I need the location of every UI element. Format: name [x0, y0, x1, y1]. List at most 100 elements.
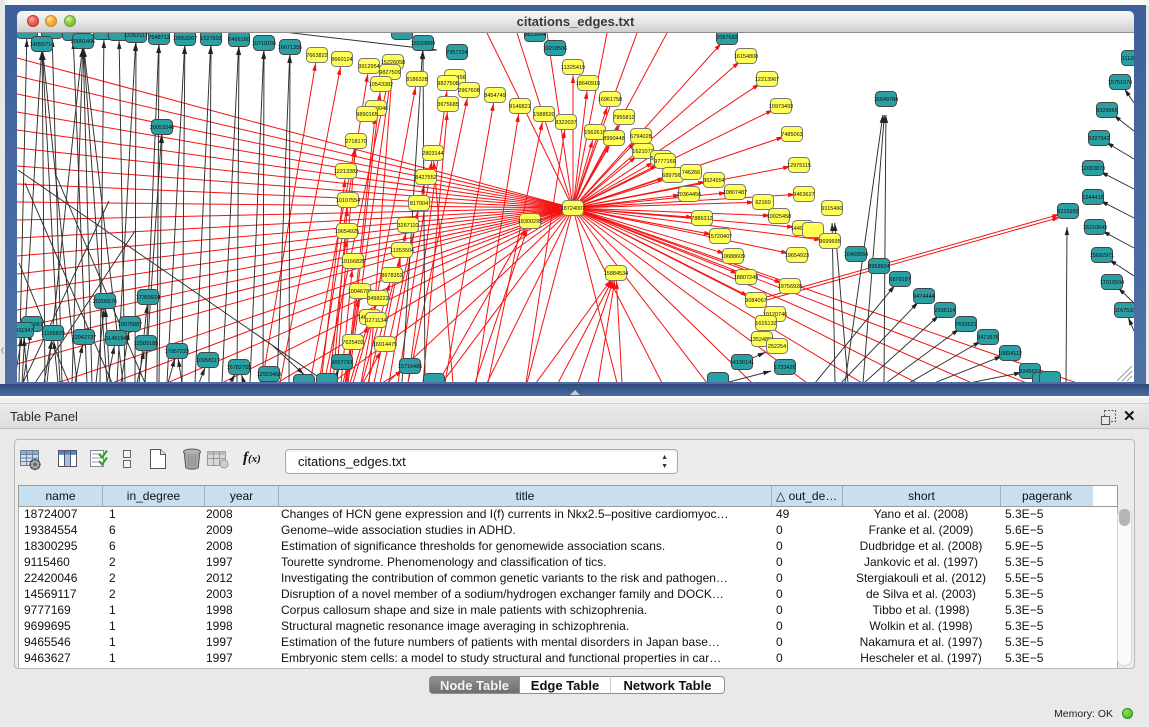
svg-text:1244415: 1244415 [1082, 195, 1103, 201]
svg-text:10653267: 10653267 [173, 36, 197, 42]
svg-text:20206576: 20206576 [93, 299, 117, 305]
svg-text:10807487: 10807487 [723, 190, 747, 196]
svg-text:16648784: 16648784 [874, 97, 898, 103]
svg-text:1588520: 1588520 [533, 112, 554, 118]
svg-text:1112850: 1112850 [1122, 56, 1134, 62]
svg-text:15716485: 15716485 [398, 364, 422, 370]
svg-text:7886312: 7886312 [691, 216, 712, 222]
svg-text:8678352: 8678352 [381, 273, 402, 279]
svg-text:7485063: 7485063 [781, 132, 802, 138]
svg-text:6879197: 6879197 [889, 277, 910, 283]
svg-text:19756928: 19756928 [778, 284, 802, 290]
svg-text:20364456: 20364456 [677, 192, 701, 198]
svg-text:12923468: 12923468 [257, 372, 281, 378]
svg-text:18640910: 18640910 [576, 81, 600, 87]
svg-text:7625402: 7625402 [342, 340, 363, 346]
svg-text:9474444: 9474444 [913, 294, 934, 300]
svg-text:16210643: 16210643 [1083, 225, 1107, 231]
svg-text:19654925: 19654925 [335, 229, 359, 235]
svg-text:16033809: 16033809 [411, 41, 435, 47]
svg-text:10654112: 10654112 [998, 351, 1022, 357]
svg-text:10025458: 10025458 [767, 214, 791, 220]
svg-text:3911947: 3911947 [17, 328, 34, 334]
svg-text:7663822: 7663822 [306, 53, 327, 59]
svg-text:1733426: 1733426 [774, 365, 795, 371]
svg-text:2935114: 2935114 [934, 308, 955, 314]
svg-text:8660124: 8660124 [331, 57, 352, 63]
svg-text:9115460: 9115460 [821, 206, 842, 212]
svg-text:12942737: 12942737 [72, 335, 96, 341]
svg-text:19654923: 19654923 [785, 253, 809, 259]
svg-text:9827509: 9827509 [379, 70, 400, 76]
svg-text:10543382: 10543382 [369, 82, 393, 88]
svg-text:12213382: 12213382 [334, 169, 358, 175]
svg-text:9699695: 9699695 [819, 239, 840, 245]
svg-text:7632621: 7632621 [955, 322, 976, 328]
svg-text:10719155: 10719155 [252, 41, 276, 47]
svg-text:19166825: 19166825 [341, 259, 365, 265]
svg-text:817004: 817004 [410, 201, 428, 207]
svg-text:16961758: 16961758 [598, 97, 622, 103]
svg-text:18724007: 18724007 [561, 206, 585, 212]
svg-text:14055714: 14055714 [30, 42, 54, 48]
svg-text:2087682: 2087682 [716, 35, 737, 41]
svg-text:11353504: 11353504 [390, 248, 414, 254]
svg-text:8215955: 8215955 [1057, 209, 1078, 215]
svg-text:20091406: 20091406 [71, 39, 95, 45]
svg-text:10688609: 10688609 [721, 254, 745, 260]
svg-text:16154808: 16154808 [734, 54, 758, 60]
svg-text:8427552: 8427552 [415, 175, 436, 181]
svg-text:3624554: 3624554 [703, 178, 724, 184]
svg-text:12252117: 12252117 [124, 33, 148, 39]
svg-text:15720407: 15720407 [708, 234, 732, 240]
svg-text:9227342: 9227342 [1088, 136, 1109, 142]
svg-text:9657791: 9657791 [331, 360, 352, 366]
svg-text:62160: 62160 [755, 200, 770, 206]
svg-text:9146821: 9146821 [509, 104, 530, 110]
svg-text:12213967: 12213967 [755, 77, 779, 83]
svg-text:9890165: 9890165 [356, 112, 377, 118]
svg-text:15692971: 15692971 [1090, 253, 1114, 259]
svg-text:3912954: 3912954 [358, 64, 379, 70]
svg-text:9827508: 9827508 [437, 81, 458, 87]
svg-text:1873: 1873 [21, 33, 33, 35]
svg-text:8958924: 8958924 [868, 264, 889, 270]
svg-text:15884534: 15884534 [604, 271, 628, 277]
svg-text:6466160: 6466160 [228, 37, 249, 43]
svg-text:18300295: 18300295 [518, 219, 542, 225]
svg-text:2803144: 2803144 [422, 151, 443, 157]
svg-text:16409554: 16409554 [844, 252, 868, 258]
svg-text:17359924: 17359924 [136, 295, 160, 301]
svg-text:252254: 252254 [768, 344, 786, 350]
svg-text:1167533: 1167533 [1114, 308, 1134, 314]
svg-text:10975887: 10975887 [118, 322, 142, 328]
svg-text:2718170: 2718170 [345, 139, 366, 145]
svg-text:9084067: 9084067 [745, 298, 766, 304]
svg-text:12505185: 12505185 [134, 341, 158, 347]
svg-text:7648712: 7648712 [148, 35, 169, 41]
svg-text:1145194: 1145194 [105, 336, 126, 342]
svg-text:10958117: 10958117 [196, 358, 220, 364]
svg-text:8322037: 8322037 [555, 120, 576, 126]
svg-text:12975115: 12975115 [787, 163, 811, 169]
svg-text:7357224: 7357224 [446, 50, 467, 56]
svg-text:1527602: 1527602 [200, 36, 221, 42]
svg-text:10107554: 10107554 [336, 198, 360, 204]
svg-text:17957223: 17957223 [165, 349, 189, 355]
svg-text:3498222: 3498222 [367, 296, 388, 302]
svg-text:9777169: 9777169 [654, 159, 675, 165]
svg-text:8454749: 8454749 [484, 93, 505, 99]
svg-text:9463627: 9463627 [793, 192, 814, 198]
svg-text:18807249: 18807249 [734, 275, 758, 281]
svg-text:10973493: 10973493 [769, 104, 793, 110]
svg-text:6794028: 6794028 [630, 134, 651, 140]
svg-text:1615132: 1615132 [755, 321, 776, 327]
svg-text:3675685: 3675685 [437, 102, 458, 108]
svg-text:8471676: 8471676 [977, 335, 998, 341]
svg-text:8990448: 8990448 [603, 136, 624, 142]
svg-text:1271134: 1271134 [365, 318, 386, 324]
svg-text:20053346: 20053346 [150, 125, 174, 131]
svg-text:19218506: 19218506 [543, 46, 567, 52]
svg-text:9329966: 9329966 [1096, 108, 1117, 114]
svg-text:8186328: 8186328 [406, 77, 427, 83]
